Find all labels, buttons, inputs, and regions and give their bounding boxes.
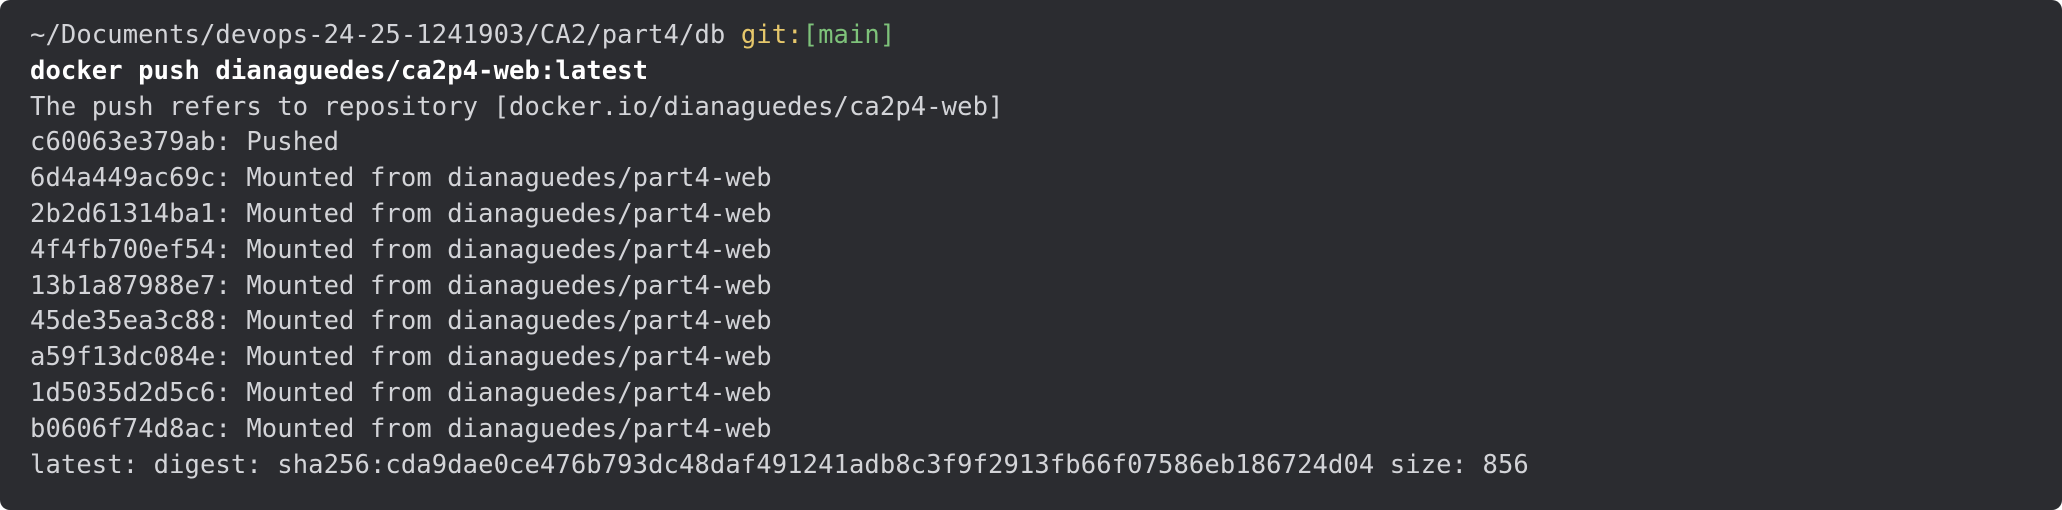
layer-status: Mounted from dianaguedes/part4-web [246,270,772,301]
layer-status: Mounted from dianaguedes/part4-web [246,306,772,337]
layer-row: c60063e379ab: Pushed [30,127,340,158]
layer-row: 4f4fb700ef54: Mounted from dianaguedes/p… [30,234,772,265]
shell-prompt: ~/Documents/devops-24-25-1241903/CA2/par… [30,18,2032,54]
layer-id: 2b2d61314ba1 [30,198,216,229]
layer-row: 1d5035d2d5c6: Mounted from dianaguedes/p… [30,377,772,408]
layer-id: a59f13dc084e [30,342,216,373]
layer-id: 13b1a87988e7 [30,270,216,301]
layer-status: Mounted from dianaguedes/part4-web [246,377,772,408]
layer-row: b0606f74d8ac: Mounted from dianaguedes/p… [30,413,772,444]
layer-id: 45de35ea3c88 [30,306,216,337]
terminal-window[interactable]: ~/Documents/devops-24-25-1241903/CA2/par… [0,0,2062,510]
branch-open-bracket: [ [802,20,819,50]
git-branch: main [818,20,880,50]
layer-status: Mounted from dianaguedes/part4-web [246,342,772,373]
layer-id: c60063e379ab [30,127,216,158]
command-line: docker push dianaguedes/ca2p4-web:latest [30,55,649,86]
layer-status: Mounted from dianaguedes/part4-web [246,413,772,444]
layer-status: Mounted from dianaguedes/part4-web [246,234,772,265]
layer-status: Mounted from dianaguedes/part4-web [246,198,772,229]
layer-id: b0606f74d8ac [30,413,216,444]
layer-list: c60063e379ab: Pushed 6d4a449ac69c: Mount… [30,125,2032,447]
layer-row: a59f13dc084e: Mounted from dianaguedes/p… [30,342,772,373]
layer-row: 13b1a87988e7: Mounted from dianaguedes/p… [30,270,772,301]
git-label: git: [740,20,803,50]
branch-close-bracket: ] [879,20,896,50]
layer-id: 1d5035d2d5c6 [30,377,216,408]
layer-status: Pushed [246,127,340,158]
repo-line: The push refers to repository [docker.io… [30,91,1004,122]
layer-row: 2b2d61314ba1: Mounted from dianaguedes/p… [30,198,772,229]
layer-status: Mounted from dianaguedes/part4-web [246,163,772,194]
digest-line: latest: digest: sha256:cda9dae0ce476b793… [30,449,1529,480]
layer-id: 4f4fb700ef54 [30,234,216,265]
layer-row: 45de35ea3c88: Mounted from dianaguedes/p… [30,306,772,337]
prompt-path: ~/Documents/devops-24-25-1241903/CA2/par… [30,20,726,50]
layer-id: 6d4a449ac69c [30,163,216,194]
layer-row: 6d4a449ac69c: Mounted from dianaguedes/p… [30,163,772,194]
